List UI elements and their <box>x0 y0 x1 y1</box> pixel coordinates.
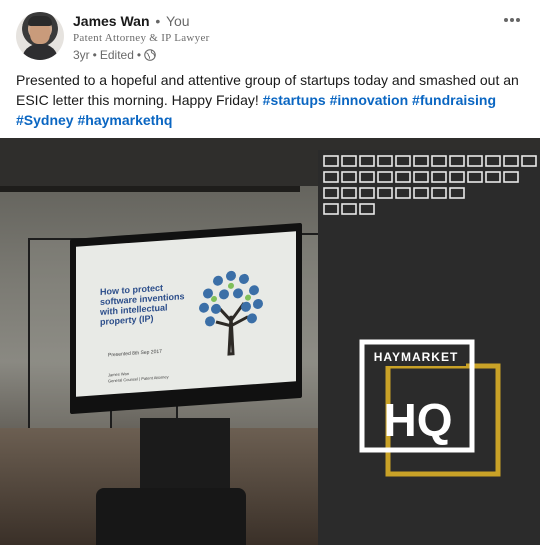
hashtag-link[interactable]: #fundraising <box>412 92 496 108</box>
hashtag-link[interactable]: #innovation <box>330 92 409 108</box>
post-time: 3yr <box>73 48 90 62</box>
separator: • <box>136 48 142 62</box>
feed-post: James Wan • You Patent Attorney & IP Law… <box>0 0 540 545</box>
edited-label: Edited <box>99 48 134 62</box>
author-name-row: James Wan • You <box>73 12 190 30</box>
slide-title: How to protect software inventions with … <box>100 282 185 328</box>
author-avatar[interactable] <box>16 12 64 60</box>
banner-brand-top: HAYMARKET <box>374 350 459 364</box>
slide-footer: James Wan General Counsel | Patent Attor… <box>108 368 169 384</box>
post-text: Presented to a hopeful and attentive gro… <box>16 70 524 130</box>
separator: • <box>155 13 161 29</box>
globe-icon <box>144 49 156 61</box>
hashtag-link[interactable]: #startups <box>263 92 326 108</box>
slide: How to protect software inventions with … <box>76 231 296 397</box>
hashtag-link[interactable]: #Sydney <box>16 112 74 128</box>
relation-label: You <box>165 13 190 29</box>
author-name[interactable]: James Wan <box>73 13 150 29</box>
chair <box>96 488 246 545</box>
post-header: James Wan • You Patent Attorney & IP Law… <box>16 10 524 64</box>
presentation-screen: How to protect software inventions with … <box>70 222 302 415</box>
post-meta: 3yr • Edited • <box>73 48 156 62</box>
author-headline: Patent Attorney & IP Lawyer <box>73 32 210 44</box>
banner-brand-bottom: HQ <box>384 394 453 446</box>
hashtag-link[interactable]: #haymarkethq <box>77 112 172 128</box>
haymarket-banner: HAYMARKET HQ <box>318 150 540 545</box>
more-icon[interactable] <box>500 10 524 30</box>
haymarket-hq-logo: HAYMARKET HQ <box>359 339 501 477</box>
pattern-graphic <box>323 155 537 215</box>
tree-icon <box>199 270 263 356</box>
separator: • <box>92 48 97 62</box>
slide-subtitle: Presented 8th Sep 2017 <box>108 348 162 359</box>
post-photo[interactable]: How to protect software inventions with … <box>0 138 540 545</box>
